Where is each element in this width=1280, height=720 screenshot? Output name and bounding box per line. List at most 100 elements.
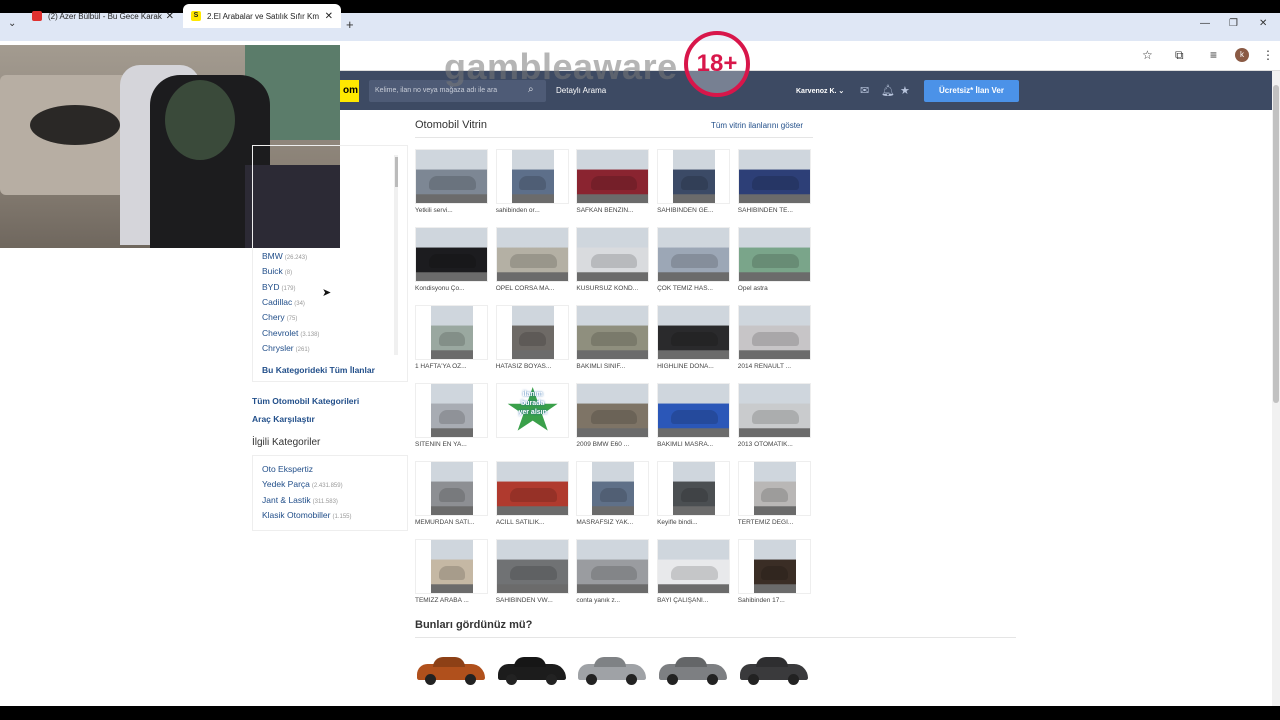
bell-icon[interactable]: 🔔︎ (881, 84, 895, 97)
brand-item[interactable]: BYD (179) (262, 282, 296, 292)
menu-icon[interactable]: ⋮ (1262, 48, 1274, 62)
minimize-icon[interactable]: — (1200, 18, 1210, 29)
listing-caption: SİTENİN EN YA... (415, 441, 467, 448)
related-category-item[interactable]: Oto Ekspertiz (262, 464, 315, 474)
listing-caption: Sahibinden 17... (737, 597, 785, 604)
vitrin-listing[interactable]: TEMİZZ ARABA ... (415, 539, 488, 612)
vitrin-listing[interactable]: SAHİBİNDEN TE... (737, 149, 811, 222)
listing-photo (657, 383, 731, 438)
close-icon[interactable]: ✕ (325, 11, 333, 22)
youtube-icon (32, 11, 42, 21)
listing-caption: ÇOK TEMİZ HAS... (657, 285, 713, 292)
listing-photo (576, 461, 650, 516)
recommended-car[interactable] (415, 652, 487, 692)
wheel (545, 674, 557, 685)
vitrin-listing[interactable]: Kondisyonu Ço... (415, 227, 488, 300)
brand-item[interactable]: Chevrolet (3.138) (262, 328, 319, 338)
recommended-car[interactable] (657, 652, 729, 692)
vitrin-listing[interactable]: OPEL CORSA MA... (495, 227, 569, 300)
all-category-ads-link[interactable]: Bu Kategorideki Tüm İlanlar (262, 365, 375, 375)
vitrin-listing[interactable]: ÇOK TEMİZ HAS... (657, 227, 731, 300)
user-menu[interactable]: Karvenoz K. ⌄ (796, 87, 844, 95)
vitrin-listing[interactable]: Opel astra (737, 227, 811, 300)
brand-name: Chevrolet (262, 327, 299, 338)
compare-vehicles-link[interactable]: Araç Karşılaştır (252, 414, 315, 424)
mail-icon[interactable]: ✉ (860, 84, 869, 97)
listing-caption: KUSURSUZ KOND... (576, 285, 639, 292)
related-category-item[interactable]: Yedek Parça (2.431.859) (262, 479, 343, 489)
vitrin-listing[interactable]: KUSURSUZ KOND... (576, 227, 650, 300)
new-tab-button[interactable]: + (346, 17, 354, 32)
vitrin-listing[interactable]: HATASIZ BOYAS... (495, 305, 569, 378)
brand-item[interactable]: BMW (26.243) (262, 251, 307, 261)
vitrin-listing[interactable]: BAKIMLI SINIF... (576, 305, 650, 378)
close-window-icon[interactable]: ✕ (1259, 18, 1267, 29)
page-scroll-thumb[interactable] (1273, 85, 1279, 403)
restore-icon[interactable]: ❐ (1229, 18, 1238, 29)
brand-item[interactable]: Buick (8) (262, 266, 292, 276)
recommended-car[interactable] (576, 652, 648, 692)
listing-photo (495, 461, 569, 516)
vitrin-listing[interactable]: MEMURDAN SATI... (415, 461, 488, 534)
browser-tab-sahibinden[interactable]: S 2.El Arabalar ve Satılık Sıfır Km ✕ (183, 4, 341, 28)
brand-list-scroll-thumb[interactable] (395, 157, 398, 187)
show-all-vitrin-link[interactable]: Tüm vitrin ilanlarını göster (711, 121, 803, 130)
vitrin-listing[interactable]: 2014 RENAULT ... (737, 305, 811, 378)
tab-title: (2) Azer Bülbül - Bu Gece Karak (48, 11, 162, 21)
brand-name: Buick (262, 266, 283, 277)
post-ad-button[interactable]: Ücretsiz* İlan Ver (924, 80, 1019, 102)
recommended-car[interactable] (738, 652, 810, 692)
extensions-icon[interactable]: ⧉ (1175, 48, 1184, 63)
vitrin-listing[interactable]: Keyifle bindi... (657, 461, 731, 534)
listing-caption: conta yanık z... (576, 597, 621, 604)
vitrin-listing[interactable]: 2009 BMW E60 ... (576, 383, 650, 456)
vitrin-listing[interactable]: MASRAFSIZ YAK... (576, 461, 650, 534)
site-logo[interactable]: om (340, 80, 359, 102)
listing-photo (495, 539, 569, 594)
listing-caption: Keyifle bindi... (657, 519, 698, 526)
listing-photo (657, 461, 731, 516)
listing-caption: MEMURDAN SATI... (415, 519, 475, 526)
listing-caption: OPEL CORSA MA... (495, 285, 555, 292)
sahibinden-icon: S (191, 11, 201, 21)
listing-caption: sahibinden or... (495, 207, 540, 214)
tab-search-icon[interactable]: ⌄ (8, 18, 16, 29)
close-icon[interactable]: ✕ (166, 11, 174, 22)
listing-caption: 2014 RENAULT ... (737, 363, 792, 370)
media-controls-icon[interactable]: ≡ (1210, 48, 1217, 62)
vitrin-listing[interactable]: BAKIMLI MASRA... (657, 383, 731, 456)
star-icon[interactable]: ★ (900, 84, 910, 97)
listing-photo (415, 461, 488, 516)
brand-item[interactable]: Cadillac (34) (262, 297, 305, 307)
brand-item[interactable]: Chery (75) (262, 312, 297, 322)
vitrin-listing[interactable]: 1 HAFTA'YA ÖZ... (415, 305, 488, 378)
placeholder-ad-image: ilanım burada yer alsın (495, 383, 569, 438)
listing-photo (576, 539, 650, 594)
vitrin-listing[interactable]: ACİLL SATILIK... (495, 461, 569, 534)
vitrin-listing[interactable]: Yetkili servi... (415, 149, 488, 222)
vitrin-listing[interactable]: TERTEMİZ DEĞİ... (737, 461, 811, 534)
related-category-item[interactable]: Klasik Otomobiller (1.155) (262, 510, 352, 520)
recommended-car[interactable] (496, 652, 568, 692)
divider (415, 637, 1016, 638)
vitrin-listing[interactable]: 2013 OTOMATİK... (737, 383, 811, 456)
avatar[interactable]: k (1235, 48, 1249, 62)
vitrin-listing[interactable]: ilanım burada yer alsın (495, 383, 569, 456)
vitrin-listing[interactable]: SAHİBİNDEN GE... (657, 149, 731, 222)
related-category-count: (1.155) (332, 513, 352, 520)
browser-tab-youtube[interactable]: (2) Azer Bülbül - Bu Gece Karak ✕ (24, 4, 182, 28)
vitrin-listing[interactable]: HİGHLİNE DONA... (657, 305, 731, 378)
bookmark-star-icon[interactable]: ☆ (1142, 48, 1153, 62)
vitrin-listing[interactable]: SAFKAN BENZİN... (576, 149, 650, 222)
listing-caption: HATASIZ BOYAS... (495, 363, 552, 370)
related-category-item[interactable]: Jant & Lastik (311.583) (262, 495, 338, 505)
vitrin-listing[interactable]: sahibinden or... (495, 149, 569, 222)
brand-count: (3.138) (300, 331, 320, 338)
vitrin-listing[interactable]: BAYİ ÇALIŞANI... (657, 539, 731, 612)
vitrin-listing[interactable]: conta yanık z... (576, 539, 650, 612)
vitrin-listing[interactable]: SİTENİN EN YA... (415, 383, 488, 456)
brand-item[interactable]: Chrysler (261) (262, 343, 310, 353)
all-car-categories-link[interactable]: Tüm Otomobil Kategorileri (252, 396, 359, 406)
vitrin-listing[interactable]: SAHİBİNDEN VW... (495, 539, 569, 612)
vitrin-listing[interactable]: Sahibinden 17... (737, 539, 811, 612)
